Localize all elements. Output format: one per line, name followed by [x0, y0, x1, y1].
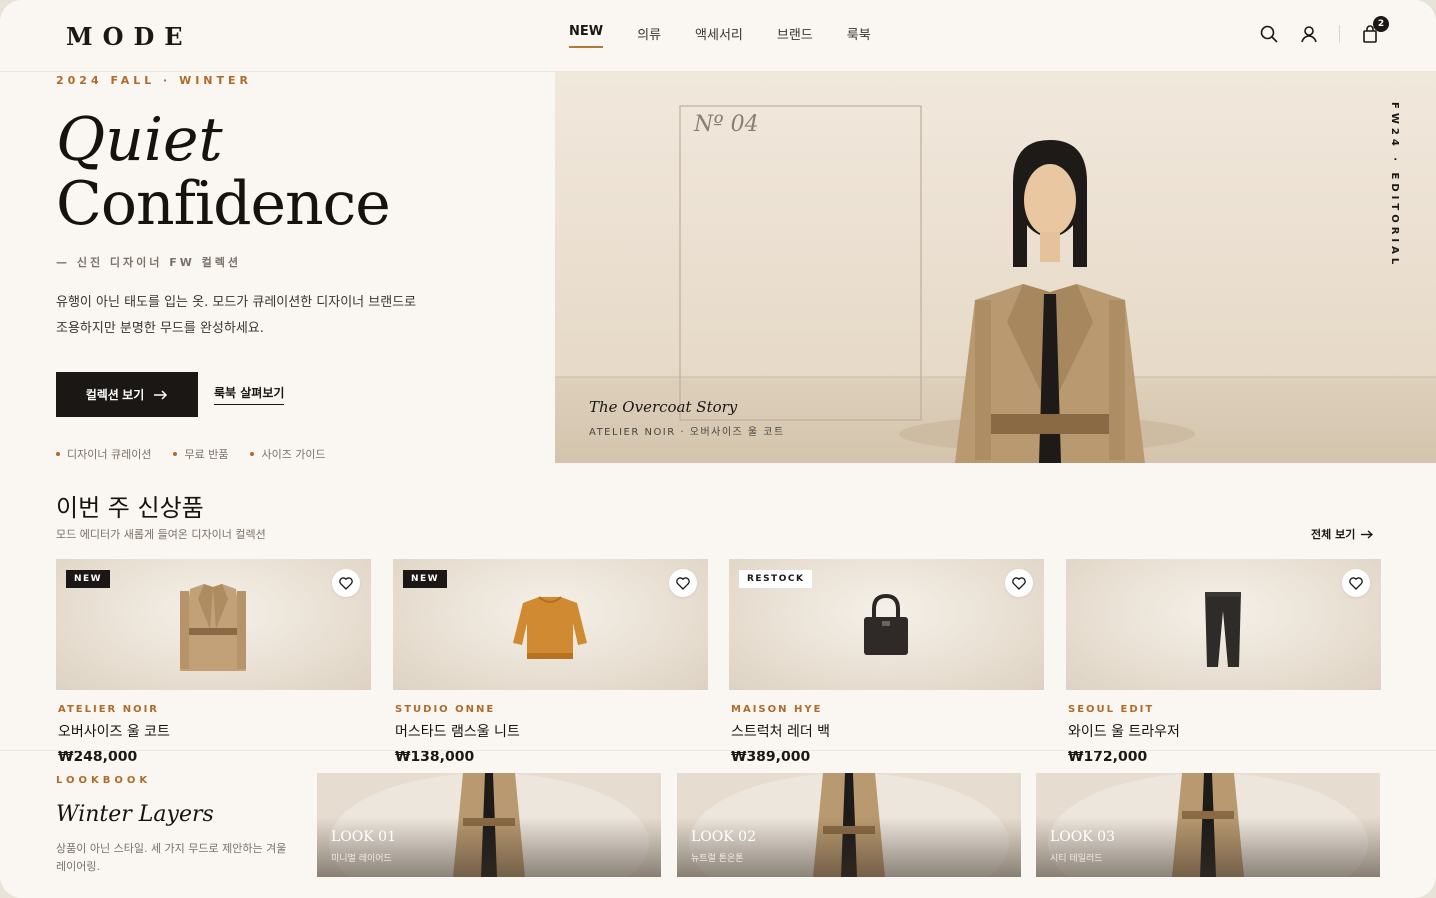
- look-subtitle: 뉴트럴 톤온톤: [691, 854, 744, 864]
- nav-item-lookbook[interactable]: 룩북: [847, 24, 871, 48]
- story-title[interactable]: The Overcoat Story: [589, 398, 737, 416]
- product-card[interactable]: NEW ATELIER NOIR 오버사이즈 울 코트 ₩248,000: [56, 559, 371, 765]
- lookbook-label: LOOKBOOK: [56, 775, 152, 786]
- heart-icon: [1012, 576, 1026, 590]
- look-card[interactable]: LOOK 03 시티 테일러드: [1036, 773, 1380, 877]
- product-image[interactable]: RESTOCK: [729, 559, 1044, 690]
- perk-label: 사이즈 가이드: [261, 448, 326, 461]
- hero-subtitle: — 신진 디자이너 FW 컬렉션: [56, 256, 242, 269]
- page-frame: MODE NEW 의류 액세서리 브랜드 룩북 2 2024 FALL · WI…: [0, 0, 1436, 898]
- view-all-link[interactable]: 전체 보기: [1311, 526, 1374, 542]
- explore-lookbook-link[interactable]: 룩북 살펴보기: [214, 384, 285, 405]
- nav-item-new[interactable]: NEW: [569, 24, 604, 48]
- nav-item-clothing[interactable]: 의류: [637, 24, 661, 48]
- view-collection-button[interactable]: 컬렉션 보기: [56, 372, 198, 417]
- perk-item: 디자이너 큐레이션: [56, 446, 151, 462]
- hero-desc-line2: 조용하지만 분명한 무드를 완성하세요.: [56, 321, 264, 336]
- look-subtitle: 미니멀 레이어드: [331, 854, 392, 864]
- perk-item: 사이즈 가이드: [250, 446, 326, 462]
- header-divider: [1339, 25, 1340, 43]
- look-overlay: [1036, 817, 1380, 877]
- view-all-label: 전체 보기: [1311, 528, 1356, 541]
- product-brand: STUDIO ONNE: [395, 704, 496, 715]
- look-subtitle: 시티 테일러드: [1050, 854, 1103, 864]
- hero-title-line1: Quiet: [56, 105, 223, 175]
- main-nav: NEW 의류 액세서리 브랜드 룩북: [569, 24, 871, 48]
- lookbook-description: 상품이 아닌 스타일. 세 가지 무드로 제안하는 겨울 레이어링.: [56, 842, 287, 873]
- wishlist-button[interactable]: [669, 569, 697, 597]
- product-card[interactable]: NEW STUDIO ONNE 머스타드 램스울 니트 ₩138,000: [393, 559, 708, 765]
- arrivals-title: 이번 주 신상품: [56, 494, 204, 522]
- bag-icon[interactable]: 2: [1360, 16, 1389, 44]
- heart-icon: [339, 576, 353, 590]
- arrow-right-icon: [1361, 529, 1374, 539]
- heart-icon: [1349, 576, 1363, 590]
- product-price: ₩248,000: [58, 749, 138, 765]
- search-icon[interactable]: [1259, 24, 1279, 44]
- product-brand: SEOUL EDIT: [1068, 704, 1155, 715]
- lookbook-title: Winter Layers: [56, 802, 214, 827]
- wishlist-button[interactable]: [1342, 569, 1370, 597]
- wishlist-button[interactable]: [1005, 569, 1033, 597]
- product-brand: MAISON HYE: [731, 704, 823, 715]
- product-image[interactable]: NEW: [393, 559, 708, 690]
- product-name[interactable]: 스트럭처 레더 백: [731, 721, 1044, 741]
- badge-new: NEW: [403, 570, 448, 588]
- product-brand: ATELIER NOIR: [58, 704, 160, 715]
- look-card[interactable]: LOOK 01 미니멀 레이어드: [317, 773, 661, 877]
- look-overlay: [677, 817, 1021, 877]
- wishlist-button[interactable]: [332, 569, 360, 597]
- arrivals-subtitle: 모드 에디터가 새롭게 들여온 디자이너 컬렉션: [56, 528, 266, 541]
- hero-title-line2: Confidence: [56, 169, 391, 239]
- product-price: ₩172,000: [1068, 749, 1148, 765]
- product-image[interactable]: NEW: [56, 559, 371, 690]
- hero-description: 유행이 아닌 태도를 입는 옷. 모드가 큐레이션한 디자이너 브랜드로 조용하…: [56, 290, 476, 342]
- look-title: LOOK 03: [1050, 829, 1115, 845]
- perk-item: 무료 반품: [173, 446, 228, 462]
- issue-number: Nº 04: [694, 112, 759, 137]
- badge-restock: RESTOCK: [739, 570, 813, 588]
- cart-count-badge: 2: [1373, 16, 1389, 32]
- view-collection-label: 컬렉션 보기: [85, 388, 145, 402]
- look-card[interactable]: LOOK 02 뉴트럴 톤온톤: [677, 773, 1021, 877]
- trouser-illustration: [1205, 592, 1241, 667]
- badge-new: NEW: [66, 570, 111, 588]
- logo[interactable]: MODE: [66, 22, 193, 51]
- nav-item-accessories[interactable]: 액세서리: [695, 24, 743, 48]
- hero-title: Quiet Confidence: [56, 105, 391, 239]
- product-name[interactable]: 오버사이즈 울 코트: [58, 721, 371, 741]
- section-divider: [0, 750, 1436, 751]
- product-card[interactable]: RESTOCK MAISON HYE 스트럭처 레더 백 ₩389,000: [729, 559, 1044, 765]
- product-card[interactable]: SEOUL EDIT 와이드 울 트라우저 ₩172,000: [1066, 559, 1381, 765]
- editorial-vertical-label: FW24 · EDITORIAL: [1389, 102, 1400, 269]
- product-image[interactable]: [1066, 559, 1381, 690]
- nav-item-brands[interactable]: 브랜드: [777, 24, 813, 48]
- look-overlay: [317, 817, 661, 877]
- perks-list: 디자이너 큐레이션 무료 반품 사이즈 가이드: [56, 446, 326, 462]
- perk-label: 무료 반품: [184, 448, 229, 461]
- hero-desc-line1: 유행이 아닌 태도를 입는 옷. 모드가 큐레이션한 디자이너 브랜드로: [56, 295, 417, 310]
- story-subtitle: ATELIER NOIR · 오버사이즈 울 코트: [589, 427, 785, 438]
- arrow-right-icon: [154, 389, 168, 400]
- season-label: 2024 FALL · WINTER: [56, 74, 252, 87]
- bullet-icon: [56, 452, 60, 456]
- look-title: LOOK 01: [331, 829, 396, 845]
- perk-label: 디자이너 큐레이션: [67, 448, 152, 461]
- bullet-icon: [250, 452, 255, 456]
- bullet-icon: [173, 452, 178, 456]
- user-icon[interactable]: [1299, 24, 1319, 44]
- look-title: LOOK 02: [691, 829, 756, 845]
- product-price: ₩138,000: [395, 749, 475, 765]
- heart-icon: [676, 576, 690, 590]
- product-name[interactable]: 와이드 울 트라우저: [1068, 721, 1381, 741]
- product-price: ₩389,000: [731, 749, 811, 765]
- product-name[interactable]: 머스타드 램스울 니트: [395, 721, 708, 741]
- site-header: MODE NEW 의류 액세서리 브랜드 룩북 2: [0, 0, 1436, 72]
- header-actions: 2: [1259, 16, 1389, 44]
